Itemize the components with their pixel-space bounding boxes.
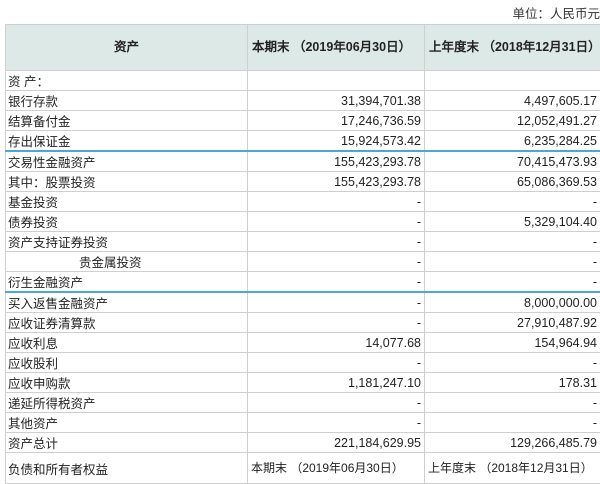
current-value: - (248, 313, 425, 333)
current-value: 155,423,293.78 (248, 151, 425, 172)
current-value: 1,181,247.10 (248, 373, 425, 393)
row-label: 其他资产 (6, 413, 248, 433)
previous-value: - (425, 232, 600, 252)
table-header-row: 资产 本期末 （2019年06月30日） 上年度末 （2018年12月31日） (6, 25, 600, 71)
row-label: 应收股利 (6, 353, 248, 373)
row-label: 贵金属投资 (6, 252, 248, 272)
table-row: 资产支持证券投资 - - (6, 232, 600, 252)
current-value: - (248, 413, 425, 433)
row-label: 银行存款 (6, 91, 248, 111)
current-value: 14,077.68 (248, 333, 425, 353)
current-value: - (248, 192, 425, 212)
row-label: 资产支持证券投资 (6, 232, 248, 252)
current-value: - (248, 393, 425, 413)
row-label: 债券投资 (6, 212, 248, 232)
table-row: 其中：股票投资 155,423,293.78 65,086,369.53 (6, 172, 600, 192)
row-label: 递延所得税资产 (6, 393, 248, 413)
total-row: 资产总计 221,184,629.95 129,266,485.79 (6, 433, 600, 453)
previous-value: - (425, 413, 600, 433)
table-row: 基金投资 - - (6, 192, 600, 212)
table-row: 交易性金融资产 155,423,293.78 70,415,473.93 (6, 151, 600, 172)
previous-value: 27,910,487.92 (425, 313, 600, 333)
previous-value: 129,266,485.79 (425, 433, 600, 453)
current-value: 155,423,293.78 (248, 172, 425, 192)
row-label: 其中：股票投资 (6, 172, 248, 192)
table-row: 资 产： (6, 71, 600, 91)
previous-value: 65,086,369.53 (425, 172, 600, 192)
row-label: 衍生金融资产 (6, 272, 248, 293)
row-label: 买入返售金融资产 (6, 292, 248, 313)
table-row: 买入返售金融资产 - 8,000,000.00 (6, 292, 600, 313)
current-value: - (248, 232, 425, 252)
previous-value: - (425, 272, 600, 293)
previous-value: 8,000,000.00 (425, 292, 600, 313)
row-label: 应收申购款 (6, 373, 248, 393)
table-row: 应收证券清算款 - 27,910,487.92 (6, 313, 600, 333)
previous-value (425, 71, 600, 91)
row-label: 应收证券清算款 (6, 313, 248, 333)
table-row: 结算备付金 17,246,736.59 12,052,491.27 (6, 111, 600, 131)
balance-sheet-table: 资产 本期末 （2019年06月30日） 上年度末 （2018年12月31日） … (5, 24, 600, 484)
previous-value: 4,497,605.17 (425, 91, 600, 111)
header-current-period: 本期末 （2019年06月30日） (248, 25, 425, 71)
current-value: 31,394,701.38 (248, 91, 425, 111)
liabilities-equity-label: 负债和所有者权益 (6, 453, 248, 484)
table-row: 债券投资 - 5,329,104.40 (6, 212, 600, 232)
current-value: - (248, 272, 425, 293)
row-label: 应收利息 (6, 333, 248, 353)
unit-label: 单位：人民币元 (512, 3, 600, 22)
previous-value: 5,329,104.40 (425, 212, 600, 232)
table-row: 应收股利 - - (6, 353, 600, 373)
previous-value: - (425, 393, 600, 413)
table-row: 存出保证金 15,924,573.42 6,235,284.25 (6, 131, 600, 152)
previous-value: 6,235,284.25 (425, 131, 600, 152)
previous-value: 178.31 (425, 373, 600, 393)
table-row: 其他资产 - - (6, 413, 600, 433)
liabilities-previous-year-end-header: 上年度末 （2018年12月31日） (425, 453, 600, 484)
table-row: 银行存款 31,394,701.38 4,497,605.17 (6, 91, 600, 111)
row-label: 资 产： (6, 71, 248, 91)
previous-value: - (425, 353, 600, 373)
row-label: 结算备付金 (6, 111, 248, 131)
table-row: 衍生金融资产 - - (6, 272, 600, 293)
current-value: - (248, 353, 425, 373)
table-row: 贵金属投资 - - (6, 252, 600, 272)
row-label: 存出保证金 (6, 131, 248, 152)
liabilities-header-row: 负债和所有者权益 本期末 （2019年06月30日） 上年度末 （2018年12… (6, 453, 600, 484)
current-value: - (248, 212, 425, 232)
current-value: - (248, 252, 425, 272)
header-previous-year-end: 上年度末 （2018年12月31日） (425, 25, 600, 71)
row-label: 交易性金融资产 (6, 151, 248, 172)
current-value (248, 71, 425, 91)
row-label: 资产总计 (6, 433, 248, 453)
table-row: 应收申购款 1,181,247.10 178.31 (6, 373, 600, 393)
current-value: - (248, 292, 425, 313)
previous-value: 12,052,491.27 (425, 111, 600, 131)
previous-value: 154,964.94 (425, 333, 600, 353)
current-value: 221,184,629.95 (248, 433, 425, 453)
previous-value: 70,415,473.93 (425, 151, 600, 172)
table-row: 递延所得税资产 - - (6, 393, 600, 413)
current-value: 17,246,736.59 (248, 111, 425, 131)
header-assets: 资产 (6, 25, 248, 71)
table-row: 应收利息 14,077.68 154,964.94 (6, 333, 600, 353)
current-value: 15,924,573.42 (248, 131, 425, 152)
previous-value: - (425, 192, 600, 212)
row-label: 基金投资 (6, 192, 248, 212)
previous-value: - (425, 252, 600, 272)
liabilities-current-period-header: 本期末 （2019年06月30日） (248, 453, 425, 484)
